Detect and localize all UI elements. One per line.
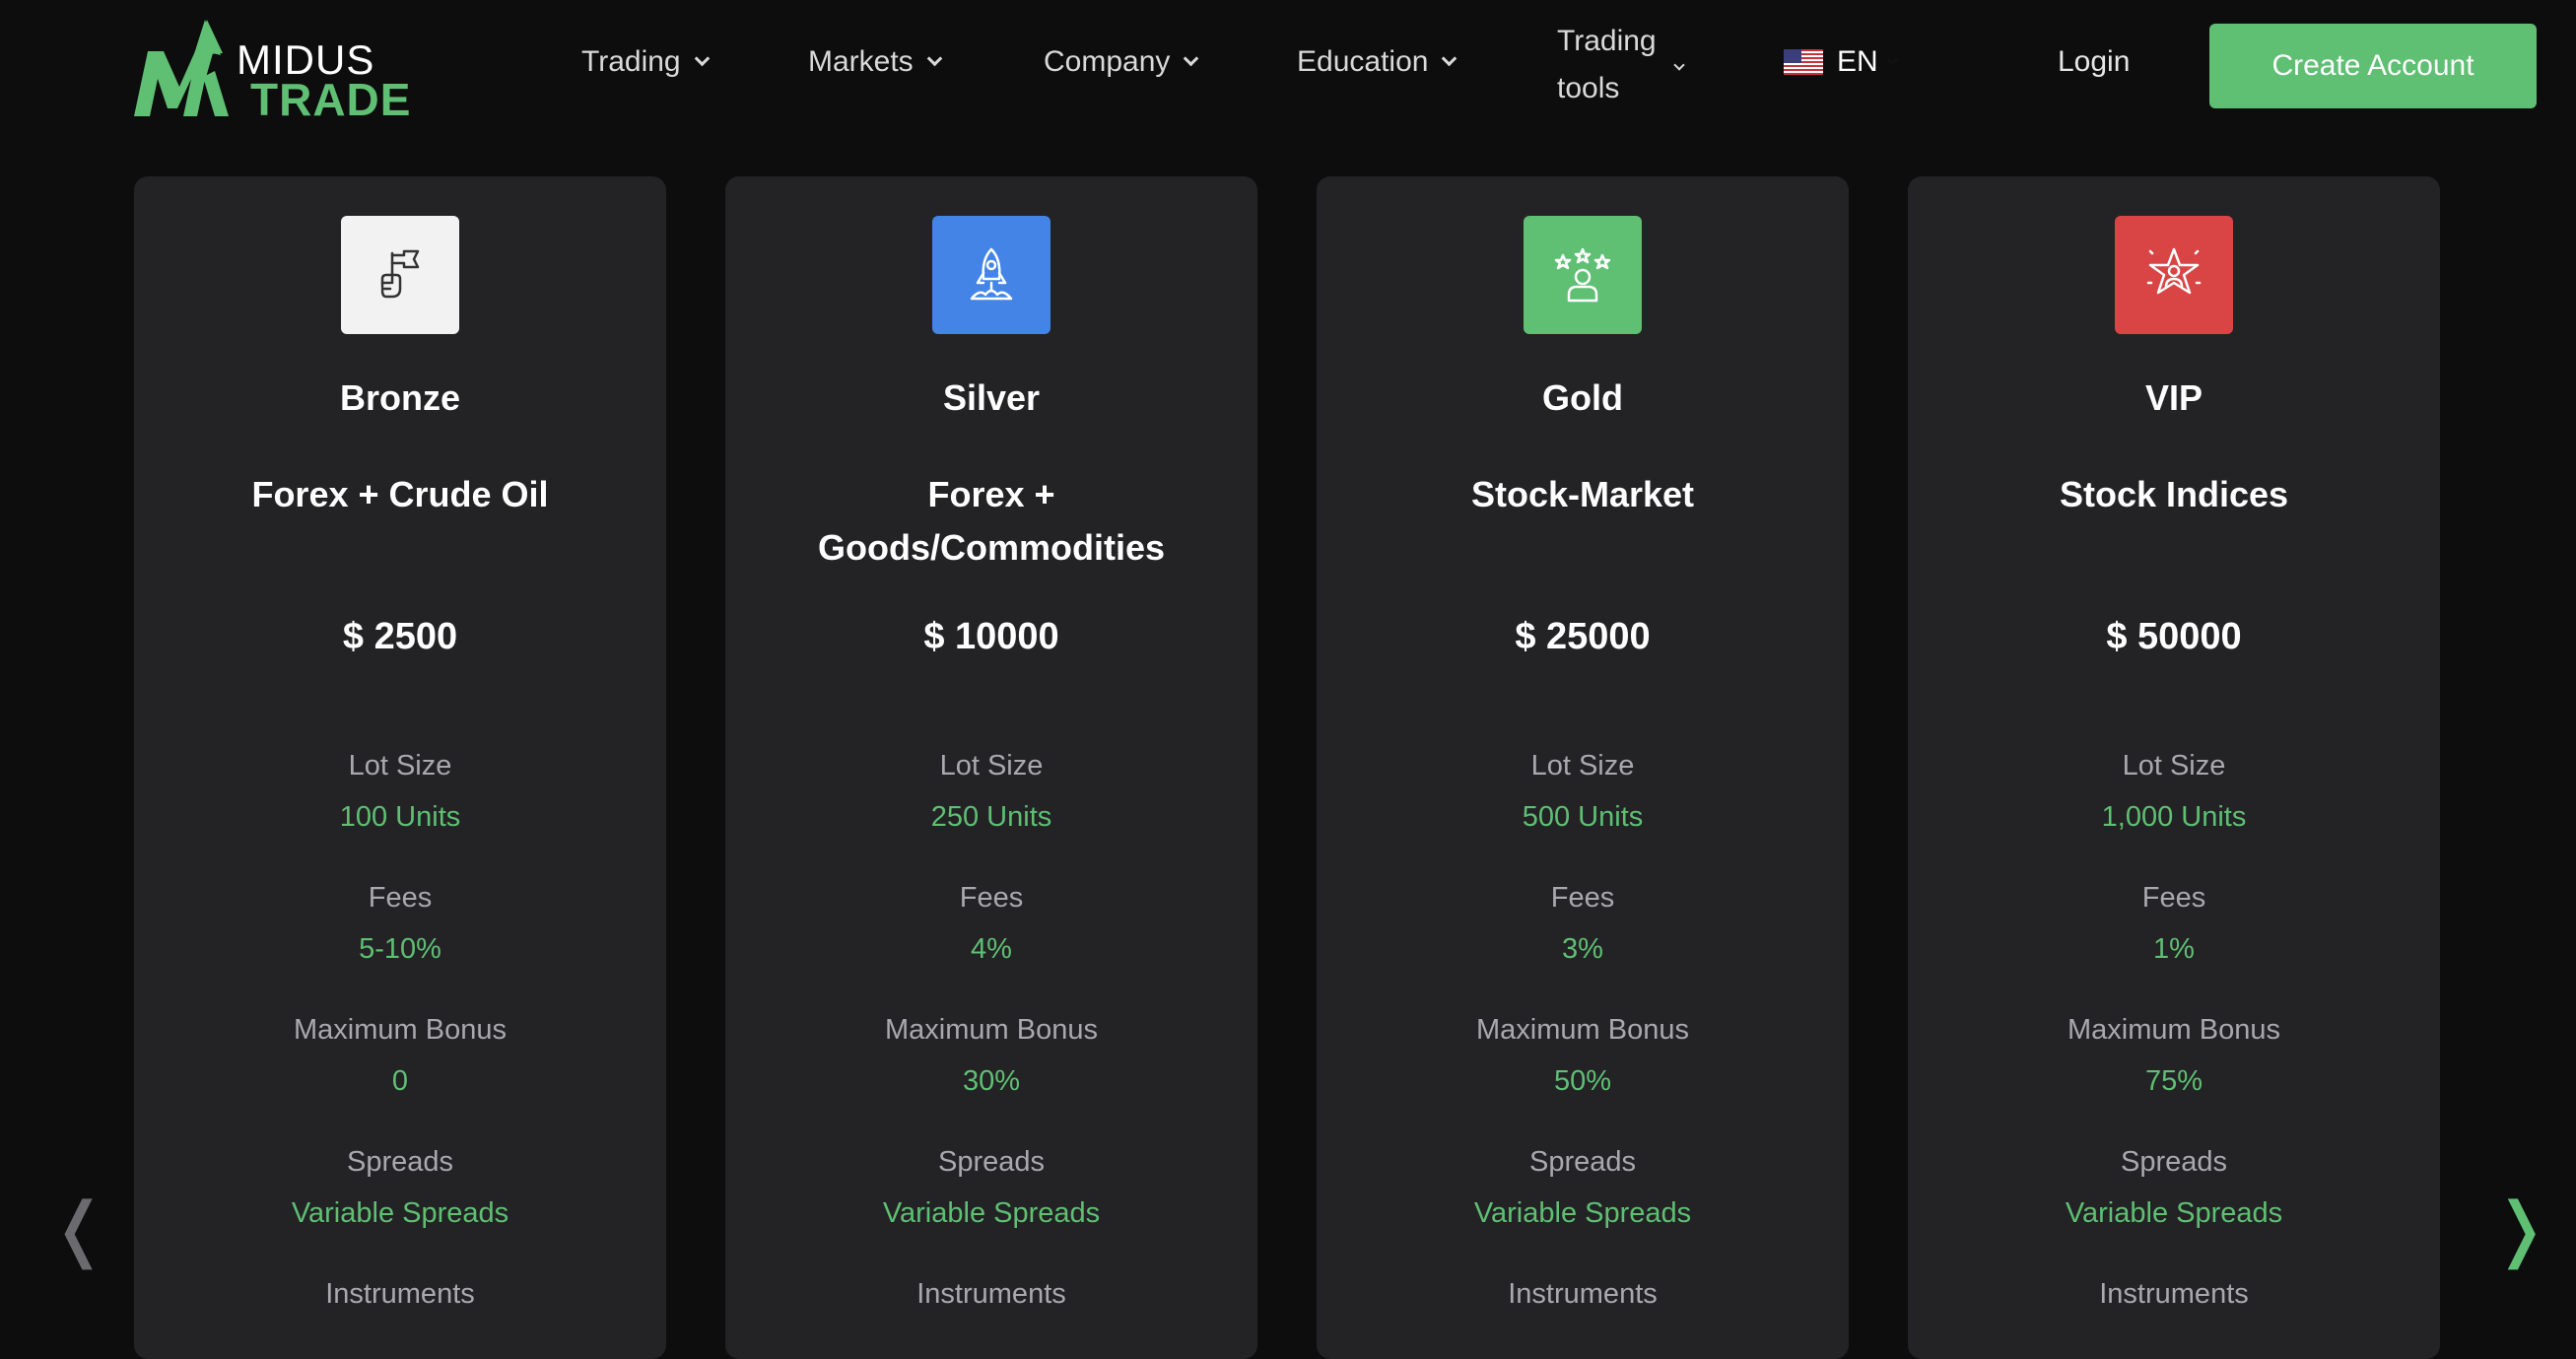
max-bonus-label: Maximum Bonus (294, 1014, 507, 1046)
plan-title: Silver (942, 377, 1041, 418)
max-bonus-value: 0 (391, 1065, 409, 1097)
plan-title: Bronze (339, 377, 460, 418)
lot-size-label: Lot Size (348, 750, 452, 781)
max-bonus-label: Maximum Bonus (885, 1014, 1098, 1046)
lot-size-value: 100 Units (339, 801, 461, 833)
spreads-value: Variable Spreads (2065, 1197, 2283, 1229)
fees-value: 5-10% (359, 933, 441, 965)
flag-hand-icon (341, 216, 459, 334)
plan-card-vip: VIP Stock Indices $ 50000 Lot Size 1,000… (1908, 176, 2440, 1359)
spreads-label: Spreads (346, 1146, 453, 1178)
spreads-label: Spreads (2120, 1146, 2227, 1178)
plan-price: $ 25000 (1515, 616, 1651, 657)
max-bonus-label: Maximum Bonus (2068, 1014, 2280, 1046)
fees-label: Fees (368, 882, 433, 914)
instruments-label: Instruments (2099, 1278, 2249, 1310)
instruments-label: Instruments (1508, 1278, 1658, 1310)
plan-title: VIP (2144, 377, 2203, 418)
rocket-icon (932, 216, 1051, 334)
lot-size-value: 1,000 Units (2101, 801, 2247, 833)
plan-subtitle: Stock Indices (2059, 474, 2289, 514)
spreads-value: Variable Spreads (1473, 1197, 1692, 1229)
plan-card-silver: Silver Forex + Goods/Commodities $ 10000… (725, 176, 1257, 1359)
fees-value: 4% (971, 933, 1012, 965)
lot-size-label: Lot Size (939, 750, 1044, 781)
person-stars-icon (1524, 216, 1642, 334)
spreads-value: Variable Spreads (291, 1197, 509, 1229)
star-person-icon (2115, 216, 2233, 334)
plan-card-gold: Gold Stock-Market $ 25000 Lot Size 500 U… (1317, 176, 1849, 1359)
spreads-label: Spreads (937, 1146, 1045, 1178)
lot-size-value: 250 Units (930, 801, 1052, 833)
plan-title: Gold (1542, 377, 1623, 418)
plan-price: $ 50000 (2106, 616, 2242, 657)
spreads-value: Variable Spreads (882, 1197, 1101, 1229)
max-bonus-value: 50% (1553, 1065, 1612, 1097)
account-plans-carousel: Bronze Forex + Crude Oil $ 2500 Lot Size… (0, 0, 2576, 1359)
plan-price: $ 10000 (923, 616, 1059, 657)
max-bonus-value: 75% (2144, 1065, 2203, 1097)
plan-card-bronze: Bronze Forex + Crude Oil $ 2500 Lot Size… (134, 176, 666, 1359)
max-bonus-label: Maximum Bonus (1476, 1014, 1689, 1046)
plan-subtitle: Stock-Market (1470, 474, 1695, 514)
fees-label: Fees (1550, 882, 1615, 914)
lot-size-label: Lot Size (2122, 750, 2226, 781)
plan-price: $ 2500 (342, 616, 458, 657)
lot-size-label: Lot Size (1530, 750, 1635, 781)
plan-subtitle: Forex + Goods/Commodities (817, 474, 1166, 568)
fees-label: Fees (959, 882, 1024, 914)
instruments-label: Instruments (325, 1278, 475, 1310)
fees-value: 1% (2153, 933, 2195, 965)
chevron-left-icon[interactable]: ❬ (49, 1192, 108, 1263)
plan-subtitle: Forex + Crude Oil (251, 474, 549, 514)
max-bonus-value: 30% (962, 1065, 1021, 1097)
spreads-label: Spreads (1528, 1146, 1636, 1178)
fees-value: 3% (1562, 933, 1603, 965)
instruments-label: Instruments (916, 1278, 1066, 1310)
chevron-right-icon[interactable]: ❭ (2491, 1192, 2550, 1263)
fees-label: Fees (2141, 882, 2206, 914)
lot-size-value: 500 Units (1522, 801, 1644, 833)
